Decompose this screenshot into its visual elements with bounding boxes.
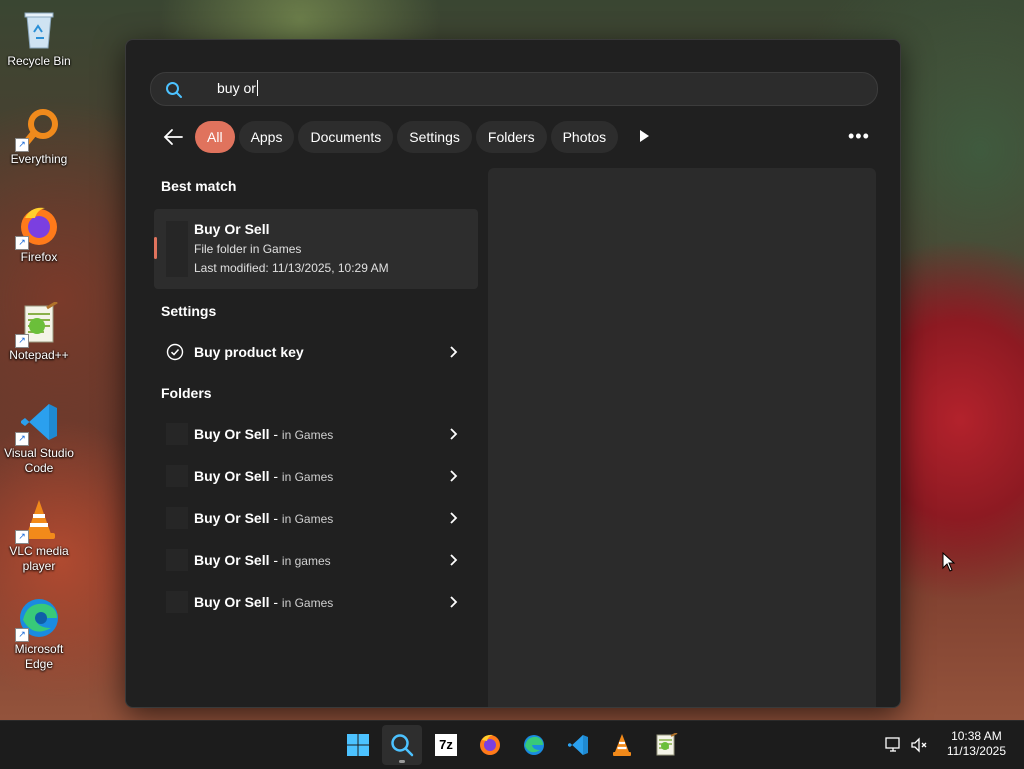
folders-heading: Folders <box>161 385 212 401</box>
folder-result[interactable]: Buy Or Sell - in Games <box>154 497 478 539</box>
7zip-icon: 7z <box>435 734 457 756</box>
filter-tab-documents[interactable]: Documents <box>298 121 394 153</box>
selection-indicator <box>154 237 157 259</box>
desktop-icon-label: Visual Studio Code <box>4 446 74 475</box>
folder-icon <box>166 465 188 487</box>
folder-icon <box>166 549 188 571</box>
clock[interactable]: 10:38 AM 11/13/2025 <box>947 729 1006 759</box>
edge-icon <box>524 735 544 755</box>
search-icon <box>165 81 183 104</box>
best-match-modified: Last modified: 11/13/2025, 10:29 AM <box>194 261 389 275</box>
active-indicator <box>399 760 405 763</box>
notepadpp-icon <box>656 733 678 756</box>
best-match-item[interactable]: Buy Or Sell File folder in Games Last mo… <box>154 209 478 289</box>
desktop-icon-edge[interactable]: ↗ Microsoft Edge <box>0 596 78 672</box>
settings-result-label: Buy product key <box>194 344 304 360</box>
chevron-right-icon[interactable] <box>448 427 458 445</box>
everything-search-icon: ↗ <box>15 106 61 152</box>
shortcut-arrow-icon: ↗ <box>15 628 29 642</box>
mouse-cursor-icon <box>942 551 956 577</box>
desktop-icon-firefox[interactable]: ↗ Firefox <box>0 204 78 265</box>
folder-icon <box>166 423 188 445</box>
taskbar-firefox[interactable] <box>470 725 510 765</box>
folder-result-text: Buy Or Sell - in Games <box>194 426 334 442</box>
best-match-heading: Best match <box>161 178 237 194</box>
clock-time: 10:38 AM <box>951 729 1002 743</box>
chevron-right-icon[interactable] <box>448 553 458 571</box>
taskbar-search-button[interactable] <box>382 725 422 765</box>
desktop-icon-label: Firefox <box>20 250 58 264</box>
vscode-icon <box>568 735 588 755</box>
taskbar-7zip[interactable]: 7z <box>426 725 466 765</box>
folder-result-text: Buy Or Sell - in Games <box>194 594 334 610</box>
vlc-icon: ↗ <box>15 498 61 544</box>
folder-result[interactable]: Buy Or Sell - in Games <box>154 413 478 455</box>
desktop-icon-everything[interactable]: ↗ Everything <box>0 106 78 167</box>
desktop-icon-recycle-bin[interactable]: Recycle Bin <box>0 8 78 69</box>
desktop-icon-label: Everything <box>10 152 68 166</box>
search-icon <box>391 734 414 757</box>
desktop-icon-vscode[interactable]: ↗ Visual Studio Code <box>0 400 78 476</box>
folder-result-text: Buy Or Sell - in games <box>194 552 331 568</box>
firefox-icon: ↗ <box>15 204 61 250</box>
taskbar: 7z 10:38 AM 11/13/2025 <box>0 720 1024 769</box>
settings-heading: Settings <box>161 303 217 319</box>
best-match-type: File folder in Games <box>194 242 302 256</box>
volume-muted-icon[interactable] <box>910 737 928 753</box>
filter-tab-apps[interactable]: Apps <box>238 121 295 153</box>
desktop-icon-label: Recycle Bin <box>7 54 71 68</box>
filter-tab-folders[interactable]: Folders <box>475 121 547 153</box>
vlc-icon <box>613 734 631 756</box>
shortcut-arrow-icon: ↗ <box>15 138 29 152</box>
taskbar-edge[interactable] <box>514 725 554 765</box>
edge-icon: ↗ <box>15 596 61 642</box>
chevron-right-icon[interactable] <box>448 469 458 487</box>
folder-result[interactable]: Buy Or Sell - in Games <box>154 581 478 623</box>
desktop-icon-notepadpp[interactable]: ↗ Notepad++ <box>0 300 78 363</box>
search-box[interactable]: buy or <box>150 72 878 106</box>
back-arrow-icon[interactable] <box>162 126 184 148</box>
settings-result-buy-product-key[interactable]: Buy product key <box>154 331 478 373</box>
folder-icon <box>166 591 188 613</box>
notepadpp-icon: ↗ <box>15 300 61 348</box>
filter-tab-photos[interactable]: Photos <box>550 121 619 153</box>
start-button[interactable] <box>338 725 378 765</box>
folder-result-text: Buy Or Sell - in Games <box>194 468 334 484</box>
chevron-right-icon[interactable] <box>448 345 458 363</box>
more-options-icon[interactable]: ••• <box>848 126 870 147</box>
desktop-icon-label: Microsoft Edge <box>14 642 64 671</box>
search-flyout: buy or All Apps Documents Settings Folde… <box>125 39 901 708</box>
folder-result[interactable]: Buy Or Sell - in Games <box>154 455 478 497</box>
desktop-icon-vlc[interactable]: ↗ VLC media player <box>0 498 78 574</box>
filter-tab-all[interactable]: All <box>195 121 235 153</box>
clock-date: 11/13/2025 <box>946 744 1006 758</box>
taskbar-vlc[interactable] <box>602 725 642 765</box>
chevron-right-icon[interactable] <box>448 595 458 613</box>
shortcut-arrow-icon: ↗ <box>15 530 29 544</box>
shortcut-arrow-icon: ↗ <box>15 432 29 446</box>
search-input[interactable]: buy or <box>217 80 258 96</box>
filter-tab-settings[interactable]: Settings <box>397 121 472 153</box>
desktop-icon-label: Notepad++ <box>9 348 69 362</box>
shortcut-arrow-icon: ↗ <box>15 334 29 348</box>
taskbar-notepadpp[interactable] <box>646 725 686 765</box>
folder-icon <box>166 221 188 277</box>
folder-result-text: Buy Or Sell - in Games <box>194 510 334 526</box>
recycle-bin-icon <box>17 8 61 52</box>
network-icon[interactable] <box>885 737 903 753</box>
chevron-right-icon[interactable] <box>448 511 458 529</box>
folder-result[interactable]: Buy Or Sell - in games <box>154 539 478 581</box>
shortcut-arrow-icon: ↗ <box>15 236 29 250</box>
filter-tabs: All Apps Documents Settings Folders Phot… <box>195 121 619 153</box>
taskbar-vscode[interactable] <box>558 725 598 765</box>
desktop-icon-label: VLC media player <box>9 544 69 573</box>
preview-pane <box>488 168 876 707</box>
folder-icon <box>166 507 188 529</box>
start-icon <box>347 734 369 756</box>
firefox-icon <box>480 734 500 755</box>
vscode-icon: ↗ <box>15 400 61 446</box>
check-circle-icon <box>166 343 184 361</box>
more-filters-arrow-icon[interactable] <box>638 129 650 148</box>
best-match-title: Buy Or Sell <box>194 221 270 237</box>
